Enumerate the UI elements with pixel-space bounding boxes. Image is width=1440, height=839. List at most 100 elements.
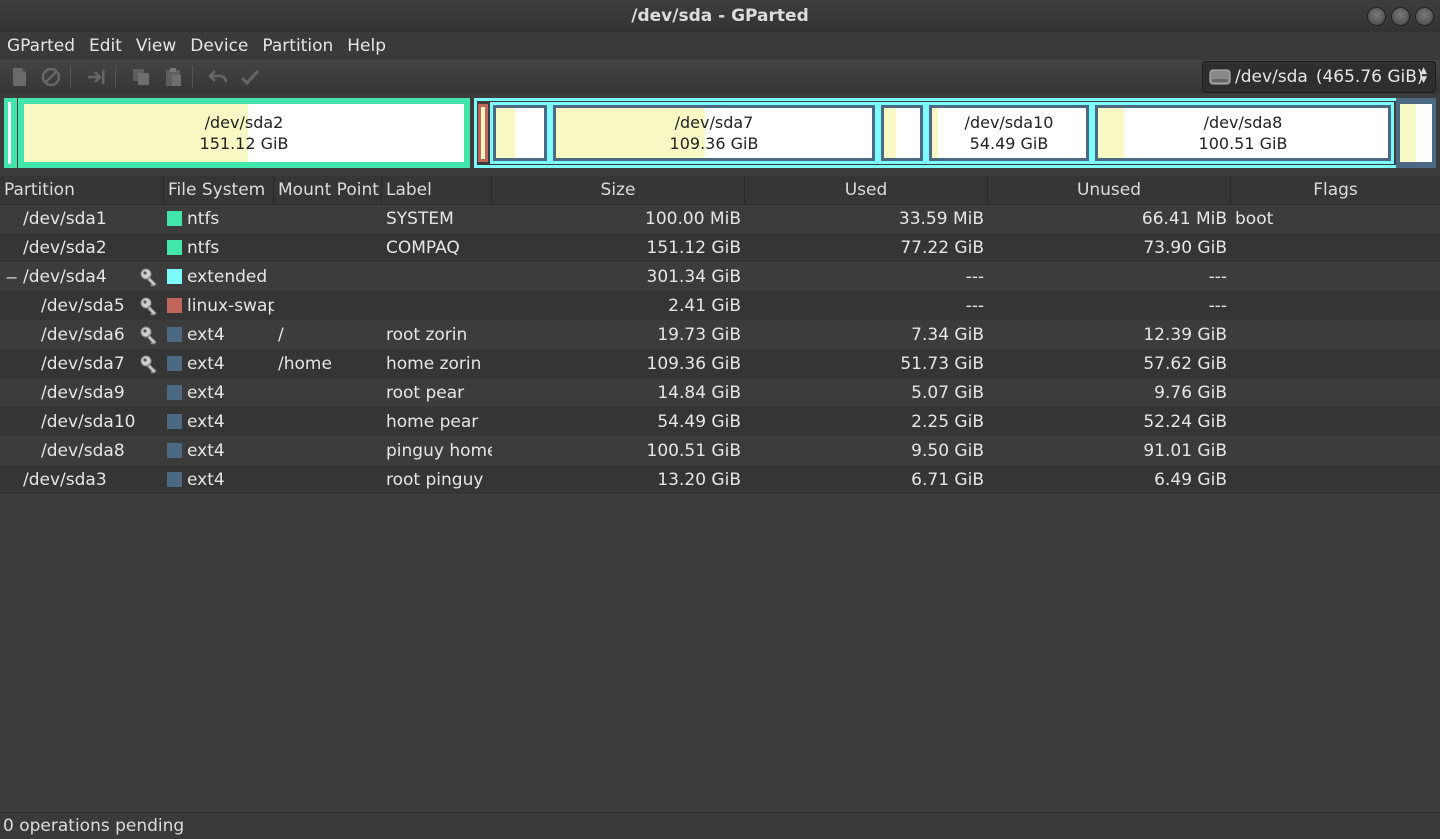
table-row[interactable]: /dev/sda5 linux-swap 2.41 GiB --- --- <box>0 291 1440 320</box>
cell-fs-text: ext4 <box>187 382 225 403</box>
column-header-mountpoint[interactable]: Mount Point <box>274 176 382 204</box>
column-header-size[interactable]: Size <box>492 176 745 204</box>
table-row[interactable]: /dev/sda8 ext4 pinguy home 100.51 GiB 9.… <box>0 436 1440 465</box>
table-row[interactable]: /dev/sda1 ntfs SYSTEM 100.00 MiB 33.59 M… <box>0 204 1440 233</box>
cell-filesystem: ext4 <box>164 383 274 403</box>
resize-button[interactable] <box>83 64 109 90</box>
apply-button[interactable] <box>237 64 263 90</box>
graphic-sda2[interactable]: /dev/sda2 151.12 GiB <box>18 98 470 168</box>
cell-used: 33.59 MiB <box>898 208 984 229</box>
graphic-sda6[interactable] <box>490 102 550 164</box>
graphic-sda1[interactable] <box>4 98 17 168</box>
copy-button[interactable] <box>128 64 154 90</box>
graphic-sda2-name: /dev/sda2 <box>204 113 284 132</box>
table-row[interactable]: /dev/sda3 ext4 root pinguy 13.20 GiB 6.7… <box>0 465 1440 494</box>
copy-icon <box>133 69 149 85</box>
graphic-sda1-fill <box>8 102 11 164</box>
graphic-sda3-used <box>1400 104 1417 162</box>
undo-button[interactable] <box>205 64 231 90</box>
menu-view[interactable]: View <box>129 36 183 56</box>
cell-size: 151.12 GiB <box>646 237 741 258</box>
menu-help[interactable]: Help <box>340 36 393 56</box>
column-header-used[interactable]: Used <box>745 176 988 204</box>
cell-unused: 73.90 GiB <box>1143 237 1227 258</box>
menu-device[interactable]: Device <box>183 36 255 56</box>
cell-size: 2.41 GiB <box>668 295 741 316</box>
column-header-label[interactable]: Label <box>382 176 492 204</box>
graphic-sda10-fill: /dev/sda10 54.49 GiB <box>932 108 1086 158</box>
table-row[interactable]: /dev/sda10 ext4 home pear 54.49 GiB 2.25… <box>0 407 1440 436</box>
cell-filesystem: ext4 <box>164 470 274 490</box>
new-button[interactable] <box>6 64 32 90</box>
table-row[interactable]: /dev/sda6 ext4 / root zorin 19.73 GiB 7.… <box>0 320 1440 349</box>
fs-color-swatch <box>167 297 182 313</box>
cell-label: SYSTEM <box>386 208 454 229</box>
graphic-sda8-fill: /dev/sda8 100.51 GiB <box>1098 108 1388 158</box>
table-row[interactable]: /dev/sda7 ext4 /home home zorin 109.36 G… <box>0 349 1440 378</box>
graphic-sda6-used <box>496 108 516 158</box>
cell-used: 9.50 GiB <box>911 440 984 461</box>
graphic-sda10[interactable]: /dev/sda10 54.49 GiB <box>926 102 1092 164</box>
cell-partition: /dev/sda2 <box>23 237 107 258</box>
graphic-sda7-size: 109.36 GiB <box>669 134 759 153</box>
graphic-sda3-fill <box>1400 104 1432 162</box>
cell-filesystem: linux-swap <box>164 296 274 316</box>
graphic-sda4-extended[interactable]: /dev/sda7 109.36 GiB /dev/sda10 54.49 Gi… <box>474 98 1436 168</box>
cell-used: 7.34 GiB <box>911 324 984 345</box>
cell-fs-text: extended <box>187 266 268 287</box>
minimize-button[interactable] <box>1367 7 1386 26</box>
graphic-sda7-fill: /dev/sda7 109.36 GiB <box>556 108 872 158</box>
column-header-filesystem[interactable]: File System <box>164 176 274 204</box>
new-icon <box>13 68 26 86</box>
table-row[interactable]: /dev/sda9 ext4 root pear 14.84 GiB 5.07 … <box>0 378 1440 407</box>
column-header-flags[interactable]: Flags <box>1231 176 1440 204</box>
resize-icon <box>88 70 105 84</box>
column-header-unused[interactable]: Unused <box>988 176 1231 204</box>
graphic-sda8-name: /dev/sda8 <box>1203 113 1283 132</box>
close-button[interactable] <box>1415 7 1434 26</box>
menu-partition[interactable]: Partition <box>255 36 340 56</box>
graphic-sda2-size: 151.12 GiB <box>199 134 289 153</box>
graphic-sda8-size: 100.51 GiB <box>1198 134 1288 153</box>
menu-edit[interactable]: Edit <box>82 36 129 56</box>
graphic-sda2-fill: /dev/sda2 151.12 GiB <box>24 104 464 162</box>
cell-unused: 66.41 MiB <box>1141 208 1227 229</box>
cell-fs-text: ext4 <box>187 353 225 374</box>
graphic-sda9[interactable] <box>878 102 926 164</box>
delete-button[interactable] <box>38 64 64 90</box>
device-selector[interactable]: /dev/sda (465.76 GiB) ▲ ▼ <box>1202 61 1436 93</box>
cell-filesystem: extended <box>164 267 274 287</box>
fs-color-swatch <box>167 210 182 226</box>
graphic-sda5[interactable] <box>478 104 488 162</box>
graphic-sda7[interactable]: /dev/sda7 109.36 GiB <box>550 102 878 164</box>
cell-used: --- <box>965 266 984 287</box>
cell-used: 77.22 GiB <box>900 237 984 258</box>
graphic-sda8-label: /dev/sda8 100.51 GiB <box>1098 112 1388 154</box>
harddisk-icon <box>1209 69 1231 85</box>
table-row[interactable]: /dev/sda2 ntfs COMPAQ 151.12 GiB 77.22 G… <box>0 233 1440 262</box>
graphic-sda8[interactable]: /dev/sda8 100.51 GiB <box>1092 102 1394 164</box>
cell-filesystem: ext4 <box>164 354 274 374</box>
paste-button[interactable] <box>160 64 186 90</box>
cell-unused: 91.01 GiB <box>1143 440 1227 461</box>
cell-fs-text: ext4 <box>187 469 225 490</box>
window-controls <box>1367 7 1434 26</box>
column-header-partition[interactable]: Partition <box>0 176 164 204</box>
table-row[interactable]: − /dev/sda4 extended 301.34 GiB --- --- <box>0 262 1440 291</box>
status-bar: 0 operations pending <box>0 812 1440 839</box>
maximize-button[interactable] <box>1391 7 1410 26</box>
cell-used: 5.07 GiB <box>911 382 984 403</box>
collapse-toggle[interactable]: − <box>5 268 18 287</box>
cell-partition: /dev/sda8 <box>41 440 125 461</box>
cell-label: home zorin <box>386 353 482 374</box>
cell-partition: /dev/sda9 <box>41 382 125 403</box>
graphic-sda9-fill <box>884 108 920 158</box>
key-icon <box>140 268 157 287</box>
fs-color-swatch <box>167 268 182 284</box>
cell-used: 2.25 GiB <box>911 411 984 432</box>
cell-size: 109.36 GiB <box>646 353 741 374</box>
graphic-sda3[interactable] <box>1396 98 1436 168</box>
cell-size: 54.49 GiB <box>657 411 741 432</box>
device-name: /dev/sda <box>1235 67 1308 87</box>
menu-gparted[interactable]: GParted <box>0 36 82 56</box>
